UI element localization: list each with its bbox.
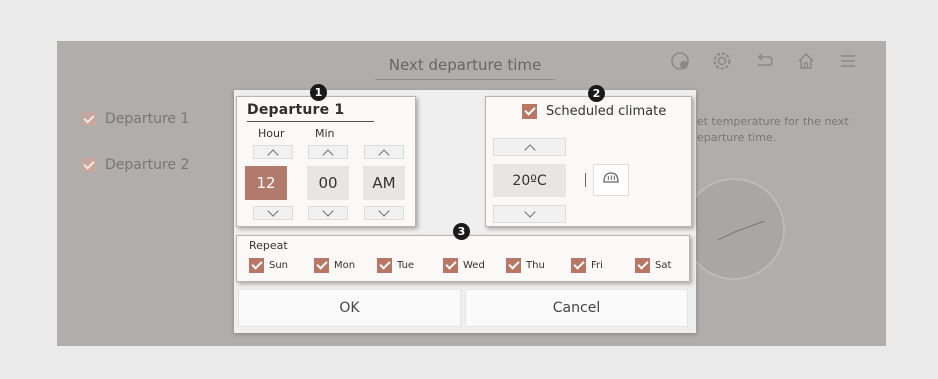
day-sat-checkbox[interactable]: Sat bbox=[635, 258, 671, 273]
checkbox-icon bbox=[571, 258, 586, 273]
day-label: Tue bbox=[397, 260, 415, 271]
chevron-up-icon bbox=[523, 143, 536, 156]
title-underline bbox=[247, 121, 374, 122]
description-text: Set temperature for the next departure t… bbox=[690, 115, 849, 144]
front-defrost-icon bbox=[602, 170, 620, 190]
chevron-down-icon bbox=[267, 204, 279, 217]
dialog-buttons: OK Cancel bbox=[238, 289, 688, 327]
hour-up-button[interactable] bbox=[253, 145, 293, 161]
day-mon-checkbox[interactable]: Mon bbox=[314, 258, 355, 273]
day-sun-checkbox[interactable]: Sun bbox=[249, 258, 288, 273]
departure-2-label: Departure 2 bbox=[105, 157, 190, 173]
hour-value[interactable]: 12 bbox=[245, 166, 287, 200]
ampm-up-button[interactable] bbox=[364, 145, 404, 161]
checkbox-icon bbox=[443, 258, 458, 273]
day-fri-checkbox[interactable]: Fri bbox=[571, 258, 603, 273]
departure-title: Departure 1 bbox=[247, 102, 345, 118]
day-label: Sat bbox=[655, 260, 672, 271]
checkbox-icon bbox=[522, 104, 537, 119]
chevron-up-icon bbox=[378, 148, 390, 161]
cancel-button[interactable]: Cancel bbox=[465, 289, 688, 327]
day-label: Sun bbox=[269, 260, 289, 271]
hour-down-button[interactable] bbox=[253, 204, 293, 220]
day-label: Wed bbox=[463, 260, 485, 271]
page-title: Next departure time bbox=[375, 56, 555, 80]
min-up-button[interactable] bbox=[308, 145, 348, 161]
min-label: Min bbox=[315, 127, 335, 140]
checkbox-icon bbox=[377, 258, 392, 273]
temp-down-button[interactable] bbox=[493, 205, 566, 223]
departure-1-item[interactable]: Departure 1 bbox=[82, 111, 189, 127]
hour-label: Hour bbox=[258, 127, 285, 140]
home-icon[interactable] bbox=[796, 51, 816, 71]
gear-icon[interactable] bbox=[712, 51, 732, 71]
departure-2-item[interactable]: Departure 2 bbox=[82, 157, 189, 173]
day-thu-checkbox[interactable]: Thu bbox=[506, 258, 545, 273]
chevron-down-icon bbox=[523, 205, 536, 218]
min-value[interactable]: 00 bbox=[307, 166, 349, 200]
chevron-up-icon bbox=[267, 148, 279, 161]
profile-icon[interactable] bbox=[670, 51, 690, 71]
callout-badge-1: 1 bbox=[310, 84, 327, 101]
chevron-up-icon bbox=[322, 148, 334, 161]
day-tue-checkbox[interactable]: Tue bbox=[377, 258, 414, 273]
ampm-down-button[interactable] bbox=[364, 204, 404, 220]
repeat-panel: Repeat Sun Mon Tue Wed Thu Fri Sat bbox=[236, 235, 690, 282]
scheduled-climate-label: Scheduled climate bbox=[546, 104, 667, 119]
day-wed-checkbox[interactable]: Wed bbox=[443, 258, 485, 273]
day-label: Fri bbox=[591, 260, 603, 271]
checkbox-icon bbox=[314, 258, 329, 273]
ampm-value[interactable]: AM bbox=[363, 166, 405, 200]
scheduled-climate-checkbox[interactable]: Scheduled climate bbox=[522, 104, 666, 119]
climate-panel: Scheduled climate 20ºC bbox=[485, 96, 692, 227]
top-icon-bar bbox=[670, 51, 858, 71]
back-icon[interactable] bbox=[754, 51, 774, 71]
checkbox-icon bbox=[635, 258, 650, 273]
departure-time-panel: Departure 1 Hour Min 12 00 AM bbox=[236, 96, 416, 227]
clock-icon bbox=[683, 178, 785, 280]
menu-icon[interactable] bbox=[838, 51, 858, 71]
separator bbox=[585, 173, 586, 187]
callout-badge-2: 2 bbox=[588, 85, 605, 102]
chevron-down-icon bbox=[322, 204, 334, 217]
callout-badge-3: 3 bbox=[453, 223, 470, 240]
checkbox-icon bbox=[82, 112, 96, 126]
departure-1-label: Departure 1 bbox=[105, 111, 190, 127]
checkbox-icon bbox=[82, 158, 96, 172]
repeat-label: Repeat bbox=[249, 239, 288, 252]
defrost-button[interactable] bbox=[593, 164, 629, 196]
chevron-down-icon bbox=[378, 204, 390, 217]
temp-up-button[interactable] bbox=[493, 138, 566, 156]
checkbox-icon bbox=[249, 258, 264, 273]
checkbox-icon bbox=[506, 258, 521, 273]
temperature-value[interactable]: 20ºC bbox=[493, 164, 566, 197]
ok-button[interactable]: OK bbox=[238, 289, 461, 327]
min-down-button[interactable] bbox=[308, 204, 348, 220]
day-label: Mon bbox=[334, 260, 356, 271]
day-label: Thu bbox=[526, 260, 545, 271]
departure-dialog: Departure 1 Hour Min 12 00 AM 1 Schedule… bbox=[234, 84, 696, 333]
